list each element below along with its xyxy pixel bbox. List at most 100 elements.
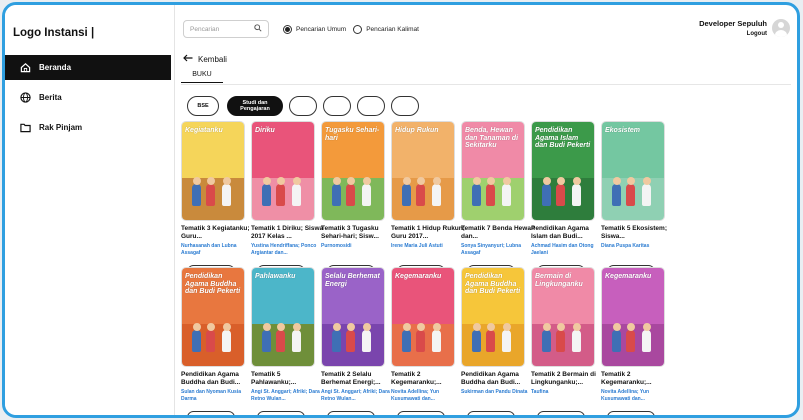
cover-figure [332, 184, 341, 206]
book-cover[interactable]: Benda, Hewan dan Tanaman di Sekitarku [461, 121, 525, 221]
cover-figure-head [276, 323, 285, 331]
book-cover-peek[interactable] [601, 417, 665, 418]
book-cover[interactable]: Diriku [251, 121, 315, 221]
stock-badge: Stok: 50/50 [397, 411, 445, 415]
sidebar-item-label: Berita [39, 93, 62, 102]
cover-title: Ekosistem [605, 127, 641, 134]
book-cover-peek[interactable] [321, 417, 385, 418]
radio-pencarian-kalimat[interactable] [353, 25, 363, 34]
back-link[interactable]: Kembali [183, 54, 227, 65]
book-cover-peek[interactable] [391, 417, 455, 418]
cover-figure [626, 330, 635, 352]
book-author: Diana Puspa Karitas [601, 243, 650, 249]
cover-figure-head [276, 177, 285, 185]
cover-figure-head [206, 177, 215, 185]
book-cover-peek[interactable] [251, 417, 315, 418]
book-title[interactable]: Tematik 5 Pahlawanku;... [251, 371, 325, 387]
book-title[interactable]: Tematik 1 Diriku; Siswa 2017 Kelas ... [251, 225, 325, 241]
book-cover[interactable]: Pendidikan Agama Islam dan Budi Pekerti [531, 121, 595, 221]
cover-figure [486, 330, 495, 352]
book-title[interactable]: Pendidikan Agama Buddha dan Budi... [181, 371, 255, 387]
radio-pencarian-umum[interactable] [283, 25, 292, 34]
cover-title: Pendidikan Agama Buddha dan Budi Pekerti [465, 273, 521, 295]
cover-figure-head [486, 323, 495, 331]
filter-chip-bse[interactable]: BSE [187, 96, 219, 116]
tab-buku[interactable]: BUKU [181, 71, 223, 83]
book-cover[interactable]: Hidup Rukun [391, 121, 455, 221]
user-menu[interactable]: Developer Sepuluh Logout [699, 18, 767, 40]
book-title[interactable]: Tematik 3 Kegiatanku; Guru... [181, 225, 255, 241]
cover-figure [572, 184, 581, 206]
cover-figure [362, 184, 371, 206]
book-cover-peek[interactable] [461, 417, 525, 418]
cover-figure-head [626, 323, 635, 331]
book-cover[interactable]: Bermain di Lingkunganku [531, 267, 595, 367]
cover-figure [362, 330, 371, 352]
arrow-left-icon [183, 54, 193, 65]
cover-title: Kegemaranku [395, 273, 442, 280]
book-title[interactable]: Tematik 5 Ekosistem; Siswa... [601, 225, 675, 241]
book-title[interactable]: Tematik 2 Kegemaranku;... [391, 371, 465, 387]
cover-title: Bermain di Lingkunganku [535, 273, 583, 288]
book-cover[interactable]: Pendidikan Agama Buddha dan Budi Pekerti [181, 267, 245, 367]
logout-link[interactable]: Logout [699, 29, 767, 40]
cover-figure [542, 330, 551, 352]
folder-icon [19, 122, 31, 134]
book-title[interactable]: Pendidikan Agama Buddha dan Budi... [461, 371, 535, 387]
book-title[interactable]: Tematik 3 Tugasku Sehari-hari; Sisw... [321, 225, 395, 241]
sidebar-item-berita[interactable]: Berita [5, 85, 171, 110]
book-cover[interactable]: Ekosistem [601, 121, 665, 221]
stock-badge: Stok: 50/50 [257, 411, 305, 415]
cover-figure-head [292, 177, 301, 185]
filter-chip-studi-pengajaran[interactable]: Studi dan Pengajaran [227, 96, 283, 116]
cover-title: Pendidikan Agama Buddha dan Budi Pekerti [185, 273, 241, 295]
filter-chip[interactable] [323, 96, 351, 116]
search-placeholder: Pencarian [190, 25, 220, 33]
cover-figure-head [542, 323, 551, 331]
book-title[interactable]: Tematik 2 Bermain di Lingkunganku;... [531, 371, 605, 387]
book-title[interactable]: Pendidikan Agama Islam dan Budi... [531, 225, 605, 241]
search-input[interactable]: Pencarian [183, 20, 269, 38]
cover-figure [612, 330, 621, 352]
search-mode-radio-group: Pencarian Umum Pencarian Kalimat [283, 25, 426, 34]
cover-figure [472, 330, 481, 352]
book-title[interactable]: Tematik 2 Kegemaranku;... [601, 371, 675, 387]
cover-title: Selalu Berhemat Energi [325, 273, 380, 288]
book-cover[interactable]: Pahlawanku [251, 267, 315, 367]
cover-figure-head [572, 323, 581, 331]
cover-figure [642, 184, 651, 206]
avatar[interactable] [772, 19, 790, 37]
cover-figure-head [222, 177, 231, 185]
book-title[interactable]: Tematik 7 Benda Hewan dan... [461, 225, 535, 241]
book-title[interactable]: Tematik 1 Hidup Rukun; Guru 2017... [391, 225, 465, 241]
book-title[interactable]: Tematik 2 Selalu Berhemat Energi;... [321, 371, 395, 387]
book-cover[interactable]: Kegemaranku [391, 267, 455, 367]
filter-chip[interactable] [357, 96, 385, 116]
book-cover-peek[interactable] [531, 417, 595, 418]
search-icon[interactable] [254, 24, 262, 34]
cover-figure [432, 330, 441, 352]
book-cover[interactable]: Kegiatanku [181, 121, 245, 221]
cover-figure [472, 184, 481, 206]
sidebar-item-beranda[interactable]: Beranda [5, 55, 171, 80]
cover-figure [276, 330, 285, 352]
cover-figure-head [362, 177, 371, 185]
book-cover[interactable]: Tugasku Sehari-hari [321, 121, 385, 221]
cover-figure [556, 184, 565, 206]
sidebar-item-rak-pinjam[interactable]: Rak Pinjam [5, 115, 171, 140]
book-cover-peek[interactable] [181, 417, 245, 418]
book-cover[interactable]: Selalu Berhemat Energi [321, 267, 385, 367]
book-author: Sukirman dan Pandu Dinata [461, 389, 528, 395]
filter-chip[interactable] [391, 96, 419, 116]
book-author: Sonya Sinyanyuri; Lubna Assagaf [461, 243, 522, 256]
cover-figure [402, 184, 411, 206]
cover-figure-head [416, 177, 425, 185]
cover-figure-head [362, 323, 371, 331]
filter-chip[interactable] [289, 96, 317, 116]
cover-figure-head [642, 323, 651, 331]
book-cover[interactable]: Pendidikan Agama Buddha dan Budi Pekerti [461, 267, 525, 367]
cover-figure-head [332, 177, 341, 185]
book-cover[interactable]: Kegemaranku [601, 267, 665, 367]
stock-badge: Stok: 50/50 [467, 411, 515, 415]
cover-figure [332, 330, 341, 352]
